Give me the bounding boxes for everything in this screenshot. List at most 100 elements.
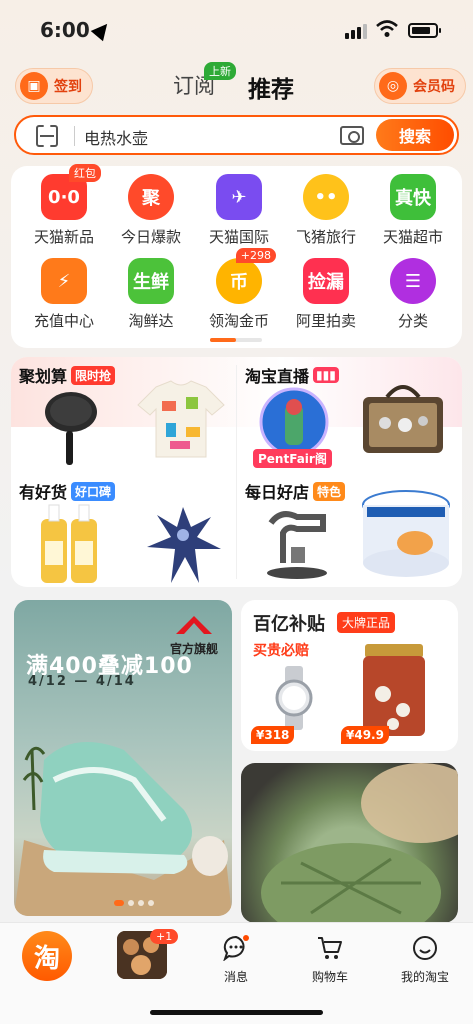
grid-item-label: 淘鲜达 — [128, 312, 174, 330]
grid-item[interactable]: 捡漏 阿里拍卖 — [281, 258, 371, 331]
sign-in-label: 签到 — [54, 79, 82, 95]
cell-signal-icon — [345, 24, 367, 39]
member-code-icon: ◎ — [379, 72, 407, 100]
member-code-label: 会员码 — [413, 79, 455, 95]
anta-logo-icon — [176, 616, 212, 634]
smile-face-icon — [413, 936, 437, 960]
location-arrow-icon — [90, 18, 114, 42]
coffee-machine-image — [267, 511, 327, 579]
tab-home[interactable]: 淘 — [22, 931, 72, 981]
picnic-bag-image — [363, 385, 443, 453]
tab-messages-label: 消息 — [223, 970, 248, 984]
auction-icon: 捡漏 — [303, 258, 349, 304]
channel-tag: 好口碑 — [71, 481, 116, 501]
bottom-tab-bar: 淘 +1 消息 购物车 我的淘宝 — [0, 922, 473, 1024]
grid-item-label: 天猫新品 — [33, 228, 94, 246]
channel-card: 聚划算 限时抢 淘宝直播 ▮▮▮ PentFair阁 有好货 好口碑 每日好店 … — [11, 357, 462, 587]
live-avatar-image — [259, 387, 329, 457]
grid-item-label: 天猫国际 — [208, 228, 269, 246]
member-code-button[interactable]: ◎ 会员码 — [374, 68, 466, 104]
grid-scroll-indicator — [210, 338, 262, 342]
hot-deal-icon: 聚 — [128, 174, 174, 220]
grid-item[interactable]: 真快 天猫超市 — [368, 174, 458, 247]
mecha-figure-image — [147, 507, 221, 583]
quick-entry-grid: 0·0 红包 天猫新品聚今日爆款 ✈ 天猫国际 •• 飞猪旅行 真快 天猫超市 ⚡ 充值中心 生鲜 淘鲜… — [11, 164, 462, 348]
plane-icon: ✈ — [216, 174, 262, 220]
channel-live[interactable]: 淘宝直播 ▮▮▮ PentFair阁 — [237, 357, 462, 472]
food-product-image[interactable] — [241, 763, 458, 923]
sign-in-button[interactable]: ▣ 签到 — [15, 68, 93, 104]
status-time: 6:00 — [40, 18, 90, 42]
fliggy-pig-icon: •• — [303, 174, 349, 220]
grid-item[interactable]: ✈ 天猫国际 — [194, 174, 284, 247]
grid-item[interactable]: ⚡ 充值中心 — [19, 258, 109, 331]
live-chart-icon: ▮▮▮ — [313, 367, 339, 383]
tab-cart[interactable]: 购物车 — [290, 931, 370, 985]
gold-coin-icon: 币 +298 — [216, 248, 276, 304]
promo-banner[interactable]: 官方旗舰 满400叠减100 4/12 — 4/14 — [14, 600, 232, 916]
fresh-basket-icon: 生鲜 — [128, 258, 174, 304]
tmall-new-icon: 0·0 红包 — [41, 164, 101, 220]
status-bar: 6:00 — [0, 0, 473, 60]
tab-mine-label: 我的淘宝 — [400, 970, 449, 984]
channel-juhuasuan[interactable]: 聚划算 限时抢 — [11, 357, 236, 472]
home-indicator — [150, 1010, 323, 1015]
tab-recommend[interactable]: 推荐 — [248, 70, 294, 104]
search-button[interactable]: 搜索 — [376, 119, 454, 151]
camera-icon[interactable] — [340, 126, 364, 145]
channel-title: 聚划算 — [19, 367, 68, 386]
watch-image — [275, 666, 313, 730]
sneaker-image — [14, 742, 232, 916]
grid-item-label: 今日爆款 — [120, 228, 181, 246]
battery-icon — [408, 23, 441, 38]
grid-item-label: 分类 — [397, 312, 428, 330]
search-bar[interactable]: 电热水壶 搜索 — [14, 115, 459, 155]
wifi-icon — [376, 20, 398, 37]
subsidy-title: 百亿补贴 — [253, 614, 325, 635]
grid-item[interactable]: 0·0 红包天猫新品 — [19, 164, 109, 247]
scan-icon[interactable] — [36, 125, 58, 147]
promo-date: 4/12 — 4/14 — [28, 674, 136, 689]
grid-item-label: 领淘金币 — [208, 312, 269, 330]
grid-item[interactable]: 生鲜 淘鲜达 — [106, 258, 196, 331]
grid-item-label: 天猫超市 — [382, 228, 443, 246]
channel-title: 淘宝直播 — [245, 367, 310, 386]
channel-tag: 限时抢 — [71, 365, 116, 385]
subsidy-price-2: ¥49.9 — [341, 726, 389, 744]
search-divider — [74, 126, 75, 146]
feed-badge: +1 — [150, 929, 179, 944]
grid-item[interactable]: 币 +298 领淘金币 — [194, 248, 284, 331]
channel-title: 有好货 — [19, 483, 68, 502]
grid-item[interactable]: •• 飞猪旅行 — [281, 174, 371, 247]
tab-mine[interactable]: 我的淘宝 — [385, 931, 465, 985]
cart-icon — [318, 937, 342, 959]
grid-item-label: 阿里拍卖 — [295, 312, 356, 330]
shampoo-bottles-image — [41, 504, 97, 583]
channel-daily-stores[interactable]: 每日好店 特色 — [237, 473, 462, 587]
grid-item-badge: +298 — [235, 248, 276, 263]
tab-cart-label: 购物车 — [311, 970, 348, 984]
search-input[interactable]: 电热水壶 — [84, 125, 148, 149]
grid-item[interactable]: 聚今日爆款 — [106, 174, 196, 247]
tab-follow-badge: 上新 — [204, 62, 236, 80]
grid-item[interactable]: ☰ 分类 — [368, 258, 458, 331]
channel-title: 每日好店 — [245, 483, 310, 502]
subsidy-price-1: ¥318 — [251, 726, 295, 744]
frying-pan-image — [45, 392, 97, 465]
grid-item-label: 飞猪旅行 — [295, 228, 356, 246]
category-icon: ☰ — [390, 258, 436, 304]
sign-in-icon: ▣ — [20, 72, 48, 100]
channel-good-products[interactable]: 有好货 好口碑 — [11, 473, 236, 587]
promo-carousel-dots — [114, 900, 154, 906]
grid-item-badge: 红包 — [69, 164, 101, 182]
subsidy-card[interactable]: 百亿补贴 大牌正品 买贵必赔 ¥318 ¥49.9 — [241, 600, 458, 751]
live-streamer-name: PentFair阁 — [253, 449, 332, 468]
tea-tin-image — [363, 644, 425, 736]
tab-messages[interactable]: 消息 — [196, 931, 276, 985]
channel-tag: 特色 — [313, 481, 346, 501]
steamer-food-image — [261, 763, 458, 923]
message-bubble-icon — [223, 935, 249, 962]
grid-item-label: 充值中心 — [33, 312, 94, 330]
subsidy-slogan: 买贵必赔 — [253, 643, 309, 659]
recharge-icon: ⚡ — [41, 258, 87, 304]
